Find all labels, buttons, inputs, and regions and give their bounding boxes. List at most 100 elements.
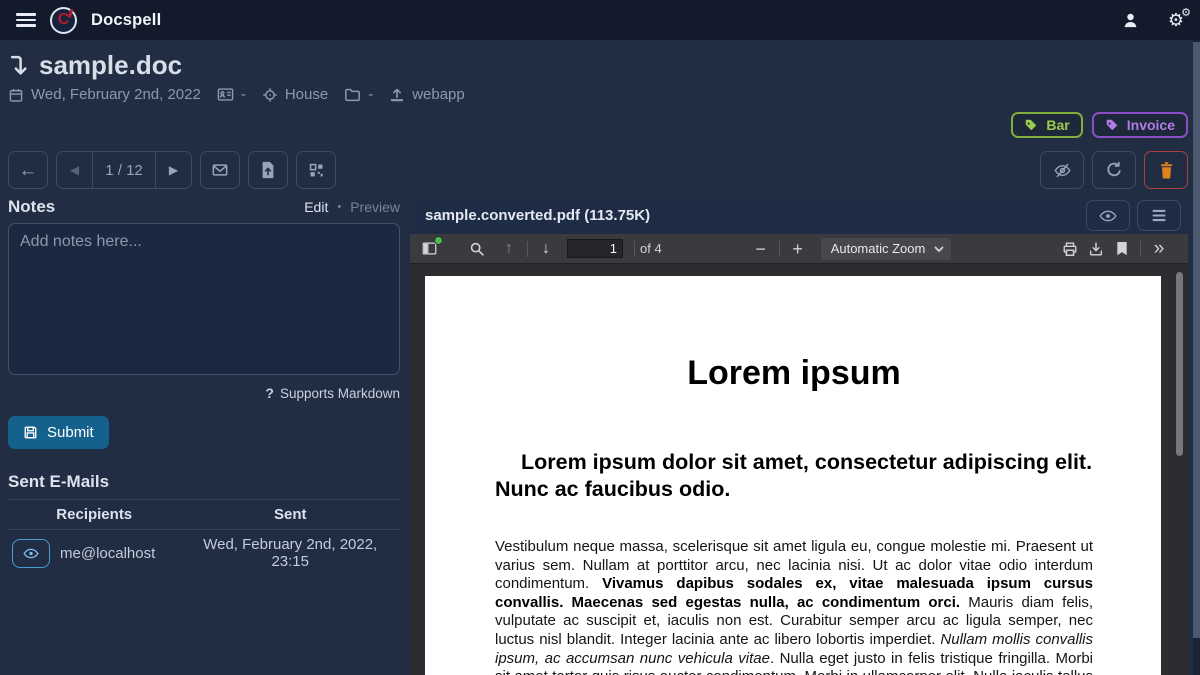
attachment-panel: sample.converted.pdf (113.75K) — [410, 197, 1188, 675]
app-title: Docspell — [91, 11, 161, 30]
eye-slash-icon — [1053, 162, 1072, 179]
table-row: me@localhost Wed, February 2nd, 2022, 23… — [8, 530, 400, 577]
refresh-icon — [1105, 161, 1123, 179]
notes-preview-link[interactable]: Preview — [350, 199, 400, 215]
attachment-view-button[interactable] — [1086, 200, 1130, 231]
pdf-zoom-out-button[interactable]: − — [748, 237, 774, 261]
tag-invoice[interactable]: Invoice — [1092, 112, 1188, 138]
sidebar-notification-dot — [434, 236, 443, 245]
user-icon[interactable] — [1121, 11, 1140, 30]
eye-icon — [23, 547, 39, 560]
crosshair-icon — [262, 87, 278, 103]
col-header-recipients: Recipients — [8, 500, 180, 530]
markdown-hint-label: Supports Markdown — [280, 386, 400, 401]
page-scrollbar[interactable] — [1193, 40, 1200, 675]
tag-icon — [1024, 118, 1038, 132]
tag-bar[interactable]: Bar — [1011, 112, 1082, 138]
main-content: sample.doc Wed, February 2nd, 2022 - Hou… — [0, 50, 1200, 675]
pdf-page: Lorem ipsum Lorem ipsum dolor sit amet, … — [425, 276, 1161, 675]
attachment-actions — [1086, 200, 1181, 231]
attachment-header: sample.converted.pdf (113.75K) — [410, 197, 1188, 234]
item-detail-split: Notes Edit • Preview ?Supports Markdown … — [8, 197, 1188, 675]
qr-code-button[interactable] — [296, 151, 336, 189]
pdf-sidebar-toggle-button[interactable] — [416, 237, 442, 261]
download-arrow-icon — [8, 54, 29, 78]
notes-mode-switch: Edit • Preview — [304, 199, 400, 215]
pdf-search-button[interactable] — [464, 237, 490, 261]
source-value: webapp — [412, 86, 465, 103]
tag-label: Invoice — [1127, 117, 1175, 133]
pdf-download-button[interactable] — [1083, 237, 1109, 261]
attachment-menu-button[interactable] — [1137, 200, 1181, 231]
pdf-document-heading: Lorem ipsum dolor sit amet, consectetur … — [495, 449, 1093, 502]
markdown-hint-link[interactable]: ?Supports Markdown — [8, 385, 400, 401]
toolbar-divider — [527, 241, 528, 257]
docspell-logo: C — [50, 7, 77, 34]
view-mail-button[interactable] — [12, 539, 50, 568]
pdf-page-input[interactable] — [567, 239, 623, 258]
add-file-button[interactable] — [248, 151, 288, 189]
navbar-right: ⚙⚙ — [1121, 11, 1184, 30]
pdf-print-button[interactable] — [1057, 237, 1083, 261]
item-meta-row: Wed, February 2nd, 2022 - House - webapp — [8, 86, 1188, 103]
hide-item-button[interactable] — [1040, 151, 1084, 189]
toolbar-left-group: ← ◀ 1 / 12 ▶ — [8, 151, 336, 189]
correspondent-value: - — [241, 86, 246, 103]
zoom-select-value: Automatic Zoom — [831, 241, 926, 256]
navbar-left: C Docspell — [16, 7, 161, 34]
pdf-zoom-select[interactable]: Automatic Zoom — [821, 238, 952, 260]
logo-tick — [68, 8, 74, 17]
tag-icon — [1105, 118, 1119, 132]
submit-notes-button[interactable]: Submit — [8, 416, 109, 449]
page-scrollbar-thumb[interactable] — [1193, 42, 1200, 638]
col-header-sent: Sent — [180, 500, 400, 530]
left-panel: Notes Edit • Preview ?Supports Markdown … — [8, 197, 400, 675]
menu-bars-icon — [1151, 209, 1167, 222]
toolbar-divider — [779, 241, 780, 257]
pdf-bookmark-button[interactable] — [1109, 237, 1135, 261]
next-item-button[interactable]: ▶ — [155, 152, 191, 188]
pdf-prev-page-button[interactable]: ↑ — [496, 237, 522, 261]
pdf-next-page-button[interactable]: ↓ — [533, 237, 559, 261]
folder-icon — [344, 87, 361, 102]
pdf-page-count: of 4 — [640, 241, 662, 256]
pdf-toolbar: ↑ ↓ of 4 − + Automatic Zoom — [410, 234, 1188, 264]
notes-input[interactable] — [8, 223, 400, 375]
tag-label: Bar — [1046, 117, 1069, 133]
item-pagination: ◀ 1 / 12 ▶ — [56, 151, 192, 189]
sent-emails-heading: Sent E-Mails — [8, 472, 400, 492]
back-button[interactable]: ← — [8, 151, 48, 189]
gear-icon[interactable]: ⚙⚙ — [1168, 11, 1184, 29]
upload-icon — [389, 87, 405, 103]
pdf-more-tools-button[interactable]: » — [1146, 237, 1172, 261]
pdf-zoom-in-button[interactable]: + — [785, 237, 811, 261]
concerning-value: House — [285, 86, 328, 103]
pdf-document-paragraph: Vestibulum neque massa, scelerisque sit … — [495, 538, 1093, 675]
menu-hamburger-icon[interactable] — [16, 11, 36, 29]
download-icon — [1088, 241, 1104, 257]
folder-value: - — [368, 86, 373, 103]
toolbar-divider — [634, 241, 635, 257]
save-icon — [23, 425, 38, 440]
prev-item-button[interactable]: ◀ — [57, 152, 93, 188]
chevron-down-icon — [934, 246, 944, 253]
printer-icon — [1062, 241, 1078, 257]
restore-button[interactable] — [1092, 151, 1136, 189]
item-toolbar: ← ◀ 1 / 12 ▶ — [8, 151, 1188, 189]
notes-edit-link[interactable]: Edit — [304, 199, 328, 215]
delete-button[interactable] — [1144, 151, 1188, 189]
mail-recipient: me@localhost — [60, 545, 155, 562]
notes-header: Notes Edit • Preview — [8, 197, 400, 217]
file-upload-icon — [260, 161, 276, 179]
pdf-document-title: Lorem ipsum — [495, 354, 1093, 393]
send-mail-button[interactable] — [200, 151, 240, 189]
bookmark-icon — [1116, 241, 1128, 256]
envelope-icon — [211, 162, 229, 178]
page-title: sample.doc — [39, 50, 182, 81]
item-date: Wed, February 2nd, 2022 — [31, 86, 201, 103]
pdf-viewport[interactable]: Lorem ipsum Lorem ipsum dolor sit amet, … — [410, 264, 1188, 675]
item-title-row: sample.doc — [8, 50, 1188, 81]
dot-separator: • — [337, 201, 341, 213]
mail-sent-date: Wed, February 2nd, 2022, 23:15 — [180, 530, 400, 577]
pdf-scrollbar-thumb[interactable] — [1176, 272, 1183, 456]
